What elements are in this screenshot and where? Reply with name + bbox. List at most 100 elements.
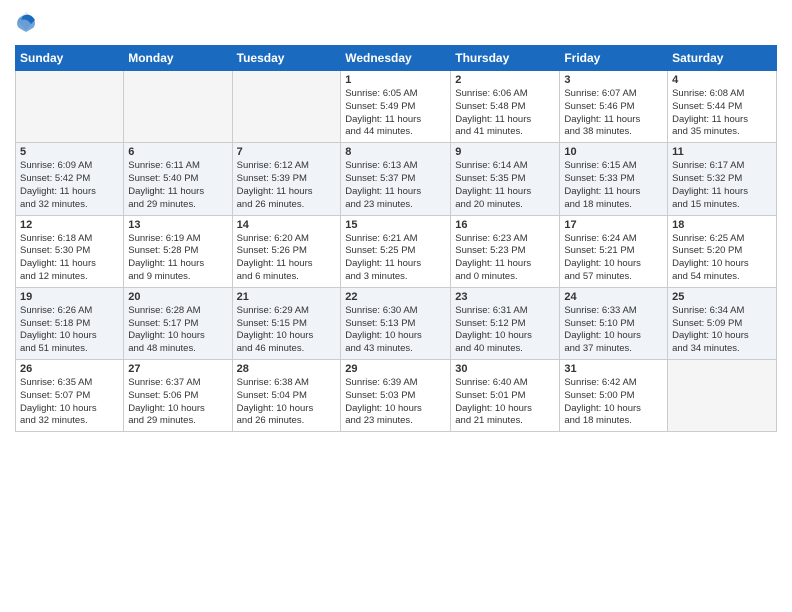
calendar-day: 8 Sunrise: 6:13 AM Sunset: 5:37 PM Daylig… — [341, 143, 451, 215]
calendar-day — [124, 71, 232, 143]
day-info: Sunrise: 6:17 AM Sunset: 5:32 PM Dayligh… — [672, 160, 772, 211]
day-number: 6 — [128, 146, 227, 158]
day-info: Sunrise: 6:08 AM Sunset: 5:44 PM Dayligh… — [672, 88, 772, 139]
calendar-week-2: 5Sunrise: 6:09 AM Sunset: 5:42 PM Daylig… — [16, 143, 777, 215]
day-number: 26 — [20, 363, 119, 375]
weekday-header-thursday: Thursday — [451, 46, 560, 71]
calendar-day — [232, 71, 341, 143]
day-info: Sunrise: 6:13 AM Sunset: 5:37 PM Dayligh… — [345, 160, 446, 211]
calendar-day: 30Sunrise: 6:40 AM Sunset: 5:01 PM Dayli… — [451, 360, 560, 432]
calendar-day: 11 Sunrise: 6:17 AM Sunset: 5:32 PM Dayli… — [668, 143, 777, 215]
day-number: 15 — [345, 219, 446, 231]
calendar-day: 23 Sunrise: 6:31 AM Sunset: 5:12 PM Dayli… — [451, 287, 560, 359]
logo — [15, 10, 41, 37]
calendar-week-5: 26 Sunrise: 6:35 AM Sunset: 5:07 PM Dayli… — [16, 360, 777, 432]
calendar-day: 24Sunrise: 6:33 AM Sunset: 5:10 PM Dayli… — [560, 287, 668, 359]
header — [15, 10, 777, 37]
day-info: Sunrise: 6:31 AM Sunset: 5:12 PM Dayligh… — [455, 305, 555, 356]
calendar-day: 7 Sunrise: 6:12 AM Sunset: 5:39 PM Daylig… — [232, 143, 341, 215]
weekday-header-friday: Friday — [560, 46, 668, 71]
calendar-day: 3 Sunrise: 6:07 AM Sunset: 5:46 PM Daylig… — [560, 71, 668, 143]
day-number: 20 — [128, 291, 227, 303]
day-number: 25 — [672, 291, 772, 303]
weekday-header-sunday: Sunday — [16, 46, 124, 71]
calendar-day: 25 Sunrise: 6:34 AM Sunset: 5:09 PM Dayli… — [668, 287, 777, 359]
day-info: Sunrise: 6:40 AM Sunset: 5:01 PM Dayligh… — [455, 377, 555, 428]
day-info: Sunrise: 6:38 AM Sunset: 5:04 PM Dayligh… — [237, 377, 337, 428]
day-info: Sunrise: 6:06 AM Sunset: 5:48 PM Dayligh… — [455, 88, 555, 139]
calendar-day: 20 Sunrise: 6:28 AM Sunset: 5:17 PM Dayli… — [124, 287, 232, 359]
calendar-day: 5Sunrise: 6:09 AM Sunset: 5:42 PM Daylig… — [16, 143, 124, 215]
calendar-day: 9Sunrise: 6:14 AM Sunset: 5:35 PM Daylig… — [451, 143, 560, 215]
weekday-header-saturday: Saturday — [668, 46, 777, 71]
calendar-day — [668, 360, 777, 432]
day-number: 16 — [455, 219, 555, 231]
weekday-header-wednesday: Wednesday — [341, 46, 451, 71]
calendar-day: 19 Sunrise: 6:26 AM Sunset: 5:18 PM Dayli… — [16, 287, 124, 359]
day-info: Sunrise: 6:20 AM Sunset: 5:26 PM Dayligh… — [237, 233, 337, 284]
calendar-day: 13 Sunrise: 6:19 AM Sunset: 5:28 PM Dayli… — [124, 215, 232, 287]
day-info: Sunrise: 6:37 AM Sunset: 5:06 PM Dayligh… — [128, 377, 227, 428]
day-info: Sunrise: 6:15 AM Sunset: 5:33 PM Dayligh… — [564, 160, 663, 211]
calendar-day: 27 Sunrise: 6:37 AM Sunset: 5:06 PM Dayli… — [124, 360, 232, 432]
day-info: Sunrise: 6:09 AM Sunset: 5:42 PM Dayligh… — [20, 160, 119, 211]
day-info: Sunrise: 6:11 AM Sunset: 5:40 PM Dayligh… — [128, 160, 227, 211]
day-info: Sunrise: 6:24 AM Sunset: 5:21 PM Dayligh… — [564, 233, 663, 284]
calendar-day: 16 Sunrise: 6:23 AM Sunset: 5:23 PM Dayli… — [451, 215, 560, 287]
day-info: Sunrise: 6:12 AM Sunset: 5:39 PM Dayligh… — [237, 160, 337, 211]
day-info: Sunrise: 6:23 AM Sunset: 5:23 PM Dayligh… — [455, 233, 555, 284]
day-info: Sunrise: 6:05 AM Sunset: 5:49 PM Dayligh… — [345, 88, 446, 139]
calendar-week-1: 1Sunrise: 6:05 AM Sunset: 5:49 PM Daylig… — [16, 71, 777, 143]
day-number: 27 — [128, 363, 227, 375]
calendar-day: 10Sunrise: 6:15 AM Sunset: 5:33 PM Dayli… — [560, 143, 668, 215]
day-info: Sunrise: 6:19 AM Sunset: 5:28 PM Dayligh… — [128, 233, 227, 284]
logo-icon — [15, 10, 37, 32]
calendar-day: 15 Sunrise: 6:21 AM Sunset: 5:25 PM Dayli… — [341, 215, 451, 287]
day-info: Sunrise: 6:34 AM Sunset: 5:09 PM Dayligh… — [672, 305, 772, 356]
calendar-day: 31 Sunrise: 6:42 AM Sunset: 5:00 PM Dayli… — [560, 360, 668, 432]
day-info: Sunrise: 6:07 AM Sunset: 5:46 PM Dayligh… — [564, 88, 663, 139]
calendar-day: 18 Sunrise: 6:25 AM Sunset: 5:20 PM Dayli… — [668, 215, 777, 287]
day-number: 22 — [345, 291, 446, 303]
day-number: 28 — [237, 363, 337, 375]
calendar-day — [16, 71, 124, 143]
day-number: 8 — [345, 146, 446, 158]
day-number: 31 — [564, 363, 663, 375]
day-number: 17 — [564, 219, 663, 231]
day-number: 2 — [455, 74, 555, 86]
day-number: 29 — [345, 363, 446, 375]
weekday-header-monday: Monday — [124, 46, 232, 71]
day-info: Sunrise: 6:18 AM Sunset: 5:30 PM Dayligh… — [20, 233, 119, 284]
calendar-day: 26 Sunrise: 6:35 AM Sunset: 5:07 PM Dayli… — [16, 360, 124, 432]
day-info: Sunrise: 6:28 AM Sunset: 5:17 PM Dayligh… — [128, 305, 227, 356]
day-info: Sunrise: 6:33 AM Sunset: 5:10 PM Dayligh… — [564, 305, 663, 356]
day-number: 7 — [237, 146, 337, 158]
calendar-day: 2 Sunrise: 6:06 AM Sunset: 5:48 PM Daylig… — [451, 71, 560, 143]
day-number: 3 — [564, 74, 663, 86]
day-number: 19 — [20, 291, 119, 303]
day-info: Sunrise: 6:29 AM Sunset: 5:15 PM Dayligh… — [237, 305, 337, 356]
calendar-table: SundayMondayTuesdayWednesdayThursdayFrid… — [15, 45, 777, 432]
day-number: 9 — [455, 146, 555, 158]
weekday-header-tuesday: Tuesday — [232, 46, 341, 71]
day-info: Sunrise: 6:42 AM Sunset: 5:00 PM Dayligh… — [564, 377, 663, 428]
day-number: 18 — [672, 219, 772, 231]
day-number: 13 — [128, 219, 227, 231]
calendar-day: 22 Sunrise: 6:30 AM Sunset: 5:13 PM Dayli… — [341, 287, 451, 359]
day-number: 14 — [237, 219, 337, 231]
day-info: Sunrise: 6:30 AM Sunset: 5:13 PM Dayligh… — [345, 305, 446, 356]
day-info: Sunrise: 6:21 AM Sunset: 5:25 PM Dayligh… — [345, 233, 446, 284]
calendar-day: 29Sunrise: 6:39 AM Sunset: 5:03 PM Dayli… — [341, 360, 451, 432]
day-number: 12 — [20, 219, 119, 231]
day-number: 21 — [237, 291, 337, 303]
page: SundayMondayTuesdayWednesdayThursdayFrid… — [0, 0, 792, 612]
day-number: 23 — [455, 291, 555, 303]
day-info: Sunrise: 6:25 AM Sunset: 5:20 PM Dayligh… — [672, 233, 772, 284]
day-info: Sunrise: 6:35 AM Sunset: 5:07 PM Dayligh… — [20, 377, 119, 428]
calendar-day: 12 Sunrise: 6:18 AM Sunset: 5:30 PM Dayli… — [16, 215, 124, 287]
day-number: 11 — [672, 146, 772, 158]
calendar-day: 28 Sunrise: 6:38 AM Sunset: 5:04 PM Dayli… — [232, 360, 341, 432]
calendar-day: 14 Sunrise: 6:20 AM Sunset: 5:26 PM Dayli… — [232, 215, 341, 287]
day-info: Sunrise: 6:26 AM Sunset: 5:18 PM Dayligh… — [20, 305, 119, 356]
weekday-header-row: SundayMondayTuesdayWednesdayThursdayFrid… — [16, 46, 777, 71]
